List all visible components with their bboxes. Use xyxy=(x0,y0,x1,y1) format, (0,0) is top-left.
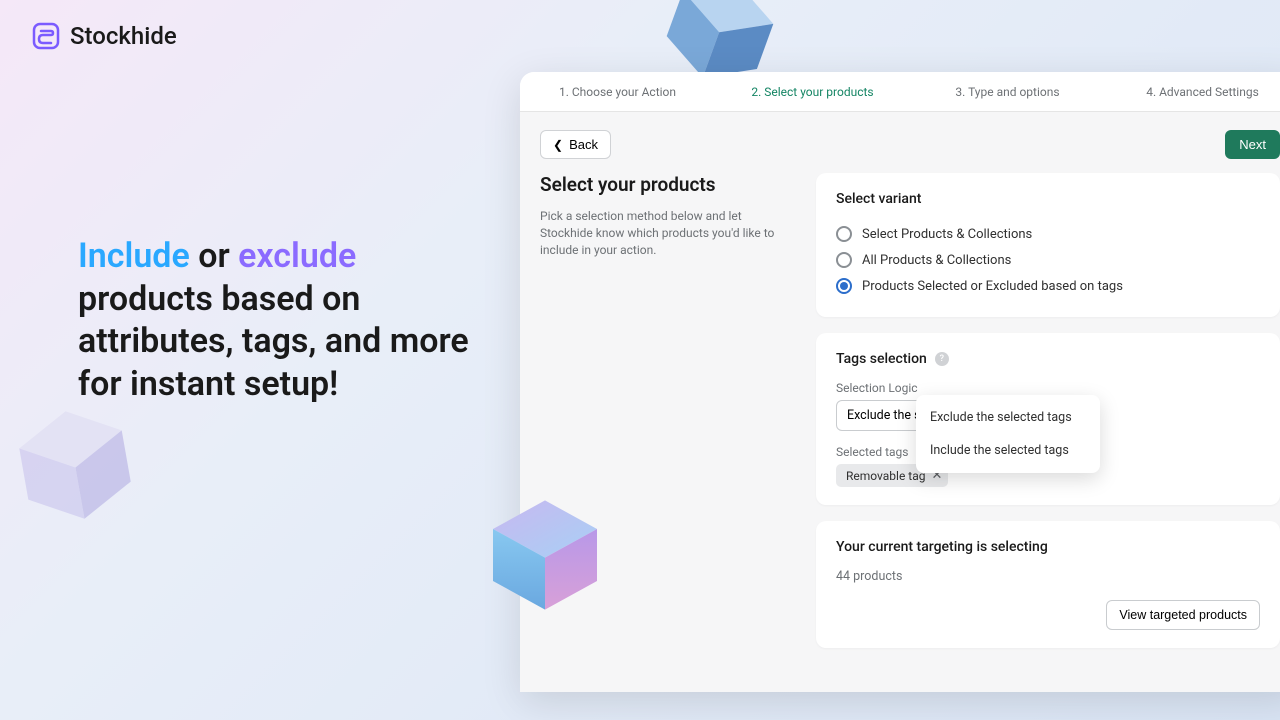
radio-icon xyxy=(836,278,852,294)
decorative-cube-icon xyxy=(0,390,150,541)
view-targeted-button[interactable]: View targeted products xyxy=(1106,600,1260,630)
radio-icon xyxy=(836,226,852,242)
variant-option-3[interactable]: Products Selected or Excluded based on t… xyxy=(836,273,1260,299)
variant-option-2[interactable]: All Products & Collections xyxy=(836,247,1260,273)
dropdown-option-include[interactable]: Include the selected tags xyxy=(916,434,1100,467)
app-panel: 1. Choose your Action 2. Select your pro… xyxy=(520,72,1280,692)
tags-selection-card: Tags selection ? Selection Logic Exclude… xyxy=(816,333,1280,505)
wizard-steps: 1. Choose your Action 2. Select your pro… xyxy=(520,72,1280,112)
step-3[interactable]: 3. Type and options xyxy=(910,73,1105,111)
brand-name: Stockhide xyxy=(70,22,177,50)
select-variant-card: Select variant Select Products & Collect… xyxy=(816,173,1280,317)
back-button[interactable]: ❮ Back xyxy=(540,130,611,159)
marketing-tagline: Include or exclude products based on att… xyxy=(78,235,498,405)
logo-icon xyxy=(32,22,60,50)
action-bar: ❮ Back Next xyxy=(520,112,1280,169)
step-2[interactable]: 2. Select your products xyxy=(715,73,910,111)
decorative-cube-icon xyxy=(480,490,610,620)
radio-icon xyxy=(836,252,852,268)
step-1[interactable]: 1. Choose your Action xyxy=(520,73,715,111)
targeting-heading: Your current targeting is selecting xyxy=(836,539,1260,555)
step-4[interactable]: 4. Advanced Settings xyxy=(1105,73,1280,111)
targeting-count: 44 products xyxy=(836,569,1260,584)
tags-heading: Tags selection ? xyxy=(836,351,1260,367)
page-title: Select your products xyxy=(540,173,792,196)
chevron-left-icon: ❮ xyxy=(553,138,563,152)
selection-logic-label: Selection Logic xyxy=(836,381,1260,395)
dropdown-option-exclude[interactable]: Exclude the selected tags xyxy=(916,401,1100,434)
brand-logo: Stockhide xyxy=(32,22,177,50)
tagline-exclude: exclude xyxy=(238,236,356,276)
content-area: Select your products Pick a selection me… xyxy=(520,169,1280,668)
help-icon[interactable]: ? xyxy=(935,352,949,366)
select-variant-heading: Select variant xyxy=(836,191,1260,207)
next-button[interactable]: Next xyxy=(1225,130,1280,159)
variant-option-1[interactable]: Select Products & Collections xyxy=(836,221,1260,247)
tagline-include: Include xyxy=(78,236,190,276)
targeting-summary-card: Your current targeting is selecting 44 p… xyxy=(816,521,1280,648)
page-subtitle: Pick a selection method below and let St… xyxy=(540,208,792,258)
selection-logic-dropdown: Exclude the selected tags Include the se… xyxy=(916,395,1100,473)
